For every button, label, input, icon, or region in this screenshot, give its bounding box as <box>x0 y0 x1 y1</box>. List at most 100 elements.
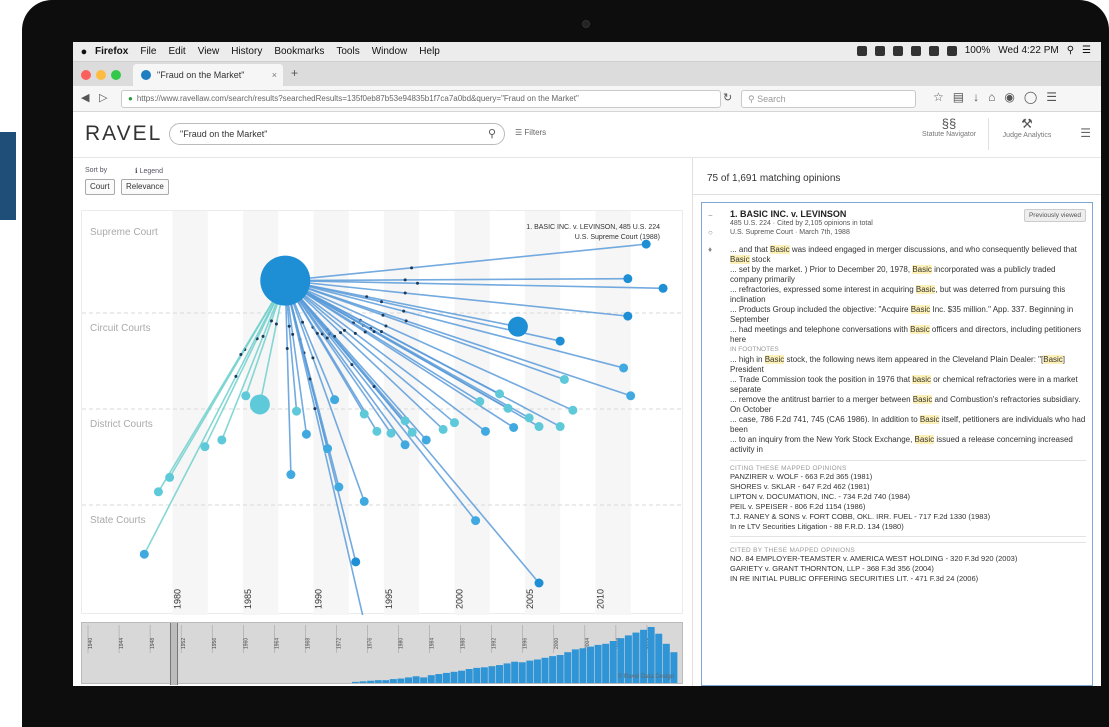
case-node[interactable] <box>286 470 296 480</box>
citation-graph-svg[interactable]: Supreme Court Circuit Courts District Cour… <box>82 211 684 652</box>
snippet[interactable]: ... remove the antitrust barrier to a me… <box>730 395 1086 415</box>
browser-menu-icon[interactable]: ☰ <box>1046 90 1057 104</box>
filters-button[interactable]: ☰ Filters <box>515 128 546 137</box>
snippet[interactable]: IN FOOTNOTES <box>730 345 1086 355</box>
snippet[interactable]: ... and that Basic was indeed engaged in… <box>730 245 1086 265</box>
bookmark-star-icon[interactable]: ☆ <box>933 90 944 104</box>
url-bar[interactable]: ● https://www.ravellaw.com/search/results… <box>121 90 721 108</box>
snippet[interactable]: ... refractories, expressed some interes… <box>730 285 1086 305</box>
snippet[interactable]: ... had meetings and telephone conversat… <box>730 325 1086 345</box>
citation-link[interactable]: IN RE INITIAL PUBLIC OFFERING SECURITIES… <box>730 574 1086 584</box>
notification-center-icon[interactable]: ☰ <box>1082 45 1091 56</box>
case-node[interactable] <box>407 427 417 437</box>
app-menu-icon[interactable]: ☰ <box>1080 126 1091 140</box>
close-window-button[interactable] <box>81 70 91 80</box>
case-node[interactable] <box>534 422 544 432</box>
case-node[interactable] <box>475 397 485 407</box>
new-tab-button[interactable]: + <box>291 66 298 80</box>
home-icon[interactable]: ⌂ <box>988 90 995 104</box>
apple-icon[interactable]: ● <box>73 46 95 58</box>
case-node[interactable] <box>658 283 668 293</box>
menu-help[interactable]: Help <box>419 46 440 57</box>
case-node[interactable] <box>509 422 519 432</box>
menu-window[interactable]: Window <box>372 46 408 57</box>
case-node[interactable] <box>503 403 513 413</box>
search-icon[interactable]: ⚲ <box>488 127 496 140</box>
citation-link[interactable]: NO. 84 EMPLOYER-TEAMSTER v. AMERICA WEST… <box>730 554 1086 564</box>
menu-file[interactable]: File <box>140 46 156 57</box>
spotlight-icon[interactable]: ⚲ <box>1067 45 1074 56</box>
case-node[interactable] <box>292 406 302 416</box>
case-search-input[interactable]: "Fraud on the Market" ⚲ <box>169 123 505 145</box>
case-node[interactable] <box>249 394 270 415</box>
snippet[interactable]: ... high in Basic stock, the following n… <box>730 355 1086 375</box>
menu-history[interactable]: History <box>231 46 262 57</box>
case-node[interactable] <box>330 395 340 405</box>
case-node[interactable] <box>241 391 251 401</box>
case-node[interactable] <box>438 424 448 434</box>
case-node[interactable] <box>471 516 481 526</box>
close-tab-icon[interactable]: × <box>272 70 277 80</box>
ravel-logo[interactable]: RAVEL <box>85 122 162 146</box>
menu-edit[interactable]: Edit <box>168 46 185 57</box>
status-icon[interactable] <box>856 45 867 56</box>
case-node[interactable] <box>524 413 534 423</box>
menu-app-name[interactable]: Firefox <box>95 46 128 57</box>
case-node[interactable] <box>623 311 633 321</box>
case-node[interactable] <box>534 578 544 588</box>
status-icon[interactable] <box>892 45 903 56</box>
citation-link[interactable]: GARIETY v. GRANT THORNTON, LLP - 368 F.3… <box>730 564 1086 574</box>
forward-icon[interactable]: ▷ <box>99 91 107 104</box>
case-node[interactable] <box>200 442 210 452</box>
library-icon[interactable]: ▤ <box>953 90 964 104</box>
case-node[interactable] <box>559 374 569 384</box>
back-icon[interactable]: ◀ <box>81 91 89 104</box>
status-icon[interactable] <box>874 45 885 56</box>
case-node[interactable] <box>301 429 311 439</box>
citation-link[interactable]: SHORES v. SKLAR - 647 F.2d 462 (1981) <box>730 482 1086 492</box>
judge-analytics-button[interactable]: ⚒ Judge Analytics <box>991 116 1063 139</box>
case-node[interactable] <box>386 428 396 438</box>
citation-link[interactable]: T.J. RANEY & SONS v. FORT COBB, OKL. IRR… <box>730 512 1086 522</box>
case-node[interactable] <box>555 422 565 432</box>
citation-graph[interactable]: Supreme Court Circuit Courts District Cour… <box>81 210 684 652</box>
citation-link[interactable]: In re LTV Securities Litigation - 88 F.R… <box>730 522 1086 532</box>
case-node[interactable] <box>153 487 163 497</box>
case-node[interactable] <box>165 472 175 482</box>
battery-icon[interactable] <box>946 45 957 56</box>
case-node[interactable] <box>623 274 633 284</box>
browser-tab[interactable]: "Fraud on the Market" × <box>133 64 283 86</box>
citation-link[interactable]: PEIL v. SPEISER - 806 F.2d 1154 (1986) <box>730 502 1086 512</box>
snippet[interactable]: ... Products Group included the objectiv… <box>730 305 1086 325</box>
snippet[interactable]: ... set by the market. ) Prior to Decemb… <box>730 265 1086 285</box>
tag-icon[interactable]: ♦ <box>708 245 713 254</box>
sort-court-button[interactable]: Court <box>85 179 115 195</box>
citation-link[interactable]: PANZIRER v. WOLF - 663 F.2d 365 (1981) <box>730 472 1086 482</box>
statute-navigator-button[interactable]: §§ Statute Navigator <box>913 116 985 138</box>
reload-icon[interactable]: ↻ <box>723 91 732 104</box>
case-node[interactable] <box>400 440 410 450</box>
case-node[interactable] <box>139 549 149 559</box>
wifi-icon[interactable] <box>928 45 939 56</box>
status-icon[interactable] <box>910 45 921 56</box>
case-node[interactable] <box>495 389 505 399</box>
sort-relevance-button[interactable]: Relevance <box>121 179 169 195</box>
case-node[interactable] <box>626 391 636 401</box>
citation-link[interactable]: LIPTON v. DOCUMATION, INC. - 734 F.2d 74… <box>730 492 1086 502</box>
case-title[interactable]: 1. BASIC INC. v. LEVINSON <box>730 209 1086 219</box>
menu-bookmarks[interactable]: Bookmarks <box>274 46 324 57</box>
flag-icon[interactable]: ○ <box>708 228 713 237</box>
case-card[interactable]: − ○ ♦ Previously viewed 1. BASIC INC. v.… <box>701 202 1093 686</box>
case-node[interactable] <box>555 336 565 346</box>
case-node[interactable] <box>372 426 382 436</box>
case-node[interactable] <box>323 444 333 454</box>
pin-icon[interactable]: − <box>708 211 713 220</box>
case-node[interactable] <box>217 435 227 445</box>
case-node[interactable] <box>507 316 528 337</box>
minimize-window-button[interactable] <box>96 70 106 80</box>
menu-clock[interactable]: Wed 4:22 PM <box>998 45 1058 56</box>
snippet[interactable]: ... case, 786 F.2d 741, 745 (CA6 1986). … <box>730 415 1086 435</box>
focus-case-node[interactable] <box>260 255 311 306</box>
timeline-scrubber[interactable]: 1940 1944 1948 1952 1956 1960 1964 1968 1972 1976… <box>81 622 683 685</box>
extension-icon[interactable]: ◉ <box>1004 90 1014 104</box>
